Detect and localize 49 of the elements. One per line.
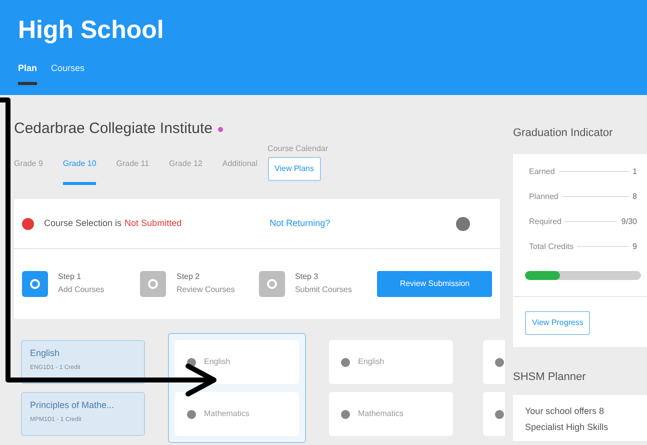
view-plans-button[interactable]: View Plans	[268, 157, 321, 181]
course-slot[interactable]: Mathematics	[329, 392, 453, 436]
step-caption: Add Courses	[58, 284, 106, 296]
grade-tab[interactable]: Grade 9	[14, 158, 43, 185]
course-slot[interactable]: English	[175, 340, 299, 384]
panel-title: Graduation Indicator	[513, 126, 613, 141]
credit-value: 1	[632, 166, 637, 178]
calendar-label: Course Calendar	[268, 143, 328, 155]
status-label: Course Selection is	[44, 216, 122, 230]
app-title: High School	[18, 15, 164, 46]
step-title: Step 3	[294, 271, 320, 283]
course-title: Mathematics	[358, 408, 404, 420]
credit-value: 9	[632, 240, 637, 252]
step-caption: Submit Courses	[294, 284, 353, 296]
credit-label: Total Credits	[529, 240, 574, 252]
step-caption: Review Courses	[176, 284, 236, 296]
info-icon[interactable]	[456, 216, 470, 230]
grade-tab[interactable]: Grade 11	[116, 158, 150, 185]
credit-label: Required	[529, 216, 562, 228]
add-icon	[187, 410, 196, 418]
step-title: Step 1	[58, 271, 82, 283]
credit-value: 9/30	[621, 216, 637, 228]
grade-tab[interactable]: Additional	[222, 158, 258, 185]
add-icon	[341, 358, 350, 366]
panel-text: Your school offers 8 Specialist High Skills	[525, 405, 610, 434]
course-slot[interactable]: English	[329, 340, 453, 384]
course-slot[interactable]: Mathematics	[175, 392, 299, 436]
school-name: Cedarbrae Collegiate Institute	[14, 118, 212, 139]
step-title: Step 2	[176, 271, 201, 283]
add-icon	[341, 410, 350, 418]
panel-title: SHSM Planner	[513, 370, 586, 384]
view-progress-button[interactable]: View Progress	[525, 310, 590, 334]
credit-value: 8	[632, 190, 637, 202]
not-returning-link[interactable]: Not Returning?	[270, 216, 330, 230]
credit-label: Planned	[529, 190, 558, 202]
add-icon	[495, 358, 504, 366]
course-title: English	[30, 347, 61, 360]
add-icon	[495, 410, 504, 418]
course-title: Mathematics	[204, 408, 250, 420]
review-submission-button[interactable]: Review Submission	[377, 271, 492, 297]
grade-tab[interactable]: Grade 10	[62, 158, 96, 185]
course-title: English	[204, 356, 230, 368]
nav-tab[interactable]: Courses	[51, 62, 85, 84]
course-title: Principles of Mathe...	[30, 399, 116, 412]
course-title: English	[358, 356, 384, 368]
nav-tab[interactable]: Plan	[18, 62, 38, 84]
status-value: Not Submitted	[124, 216, 182, 230]
credit-label: Earned	[529, 166, 555, 178]
grade-tab[interactable]: Grade 12	[169, 158, 202, 185]
